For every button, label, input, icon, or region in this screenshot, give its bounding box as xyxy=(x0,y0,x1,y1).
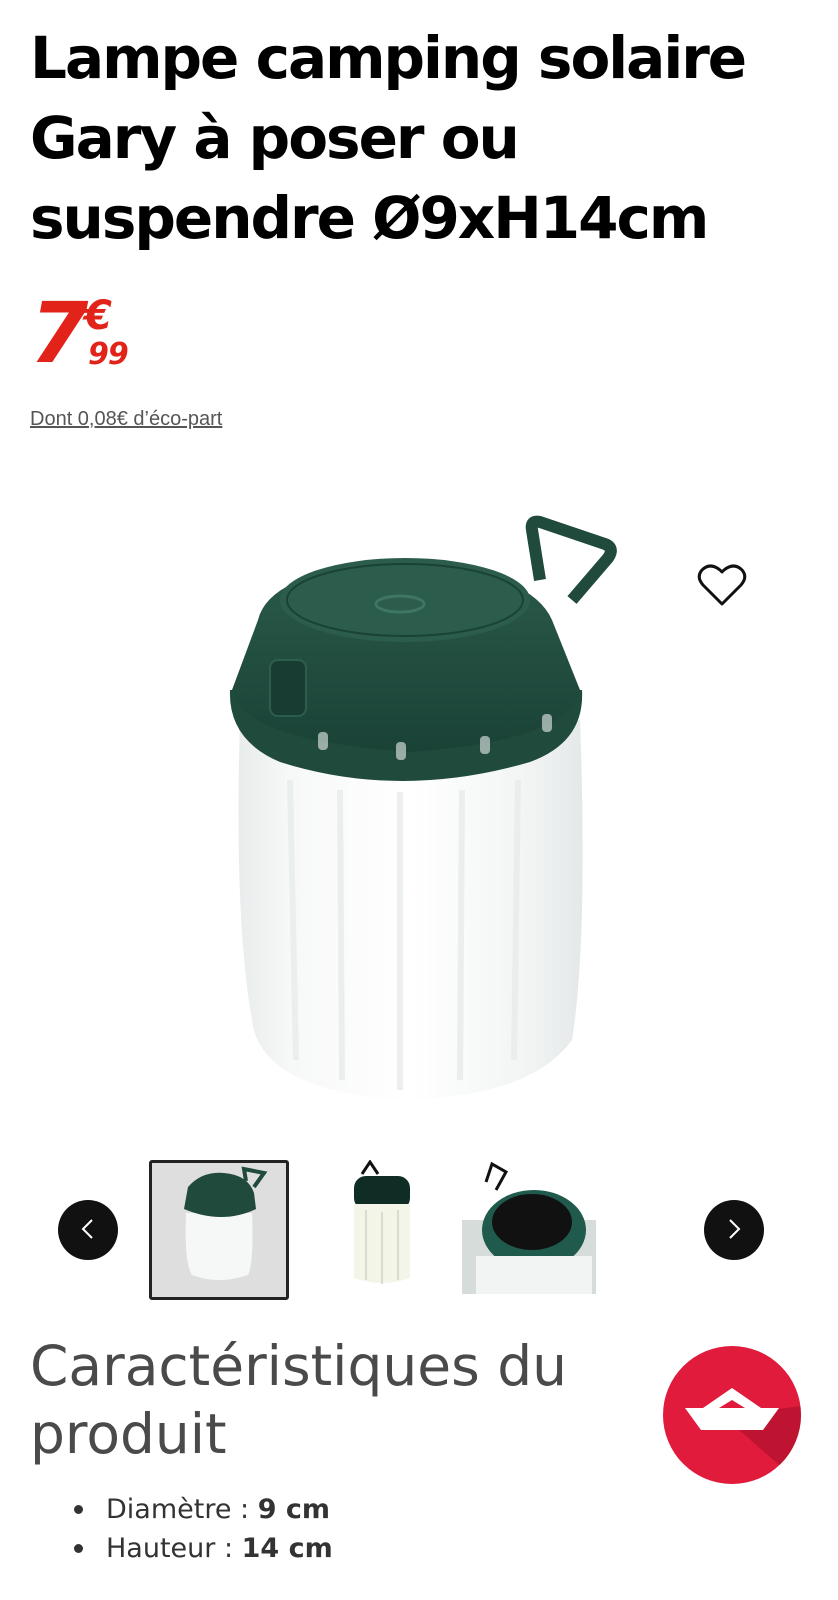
price-currency: € xyxy=(84,293,112,339)
boat-icon xyxy=(663,1388,801,1484)
chevron-left-icon xyxy=(78,1217,98,1244)
spec-label: Hauteur : xyxy=(106,1533,242,1564)
favorite-button[interactable] xyxy=(694,560,750,610)
spec-label: Diamètre : xyxy=(106,1494,258,1525)
gallery-next-button[interactable] xyxy=(704,1200,764,1260)
thumbnail-2[interactable] xyxy=(314,1159,454,1300)
spec-height: Hauteur : 14 cm xyxy=(60,1529,333,1568)
heart-icon xyxy=(694,564,750,613)
characteristics-list: Diamètre : 9 cm Hauteur : 14 cm xyxy=(60,1490,333,1568)
gallery-prev-button[interactable] xyxy=(58,1200,118,1260)
spec-value: 14 cm xyxy=(241,1533,333,1564)
spec-value: 9 cm xyxy=(257,1494,331,1525)
brand-badge-button[interactable] xyxy=(663,1346,801,1484)
thumbnail-3[interactable] xyxy=(462,1160,602,1300)
main-product-image xyxy=(200,500,640,1120)
thumbnail-1[interactable] xyxy=(149,1160,289,1300)
price-integer: 7 xyxy=(30,284,88,382)
characteristics-heading: Caractéristiques du produit xyxy=(30,1334,567,1466)
price-decimals: 99 xyxy=(88,337,129,372)
spec-diameter: Diamètre : 9 cm xyxy=(60,1490,333,1529)
chevron-right-icon xyxy=(724,1217,744,1244)
product-title: Lampe camping solaire Gary à poser ou su… xyxy=(30,24,747,252)
eco-part-link[interactable]: Dont 0,08€ d’éco-part xyxy=(30,408,222,431)
